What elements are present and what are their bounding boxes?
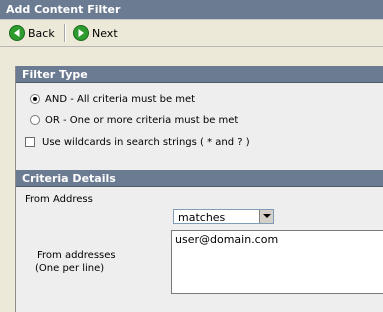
back-arrow-icon	[9, 25, 25, 41]
toolbar-separator	[64, 24, 66, 42]
from-addresses-hint: (One per line)	[35, 263, 105, 274]
wildcard-checkbox[interactable]	[25, 137, 35, 147]
back-button[interactable]: Back	[9, 24, 59, 42]
filter-type-heading: Filter Type	[22, 68, 88, 81]
match-select[interactable]: matches	[173, 209, 274, 224]
back-button-label: Back	[28, 27, 55, 40]
and-option[interactable]: AND - All criteria must be met	[16, 92, 376, 108]
from-addresses-textarea[interactable]: user@domain.com	[171, 230, 383, 294]
or-option-label: OR - One or more criteria must be met	[45, 115, 239, 126]
match-select-value: matches	[178, 211, 226, 224]
and-radio[interactable]	[30, 94, 40, 104]
wildcard-label: Use wildcards in search strings ( * and …	[42, 137, 250, 148]
criteria-details-heading: Criteria Details	[22, 172, 116, 185]
or-radio[interactable]	[30, 115, 40, 125]
criteria-details-header: Criteria Details	[16, 170, 383, 187]
filter-panel: Filter Type AND - All criteria must be m…	[15, 66, 383, 312]
from-addresses-label: From addresses	[37, 250, 116, 261]
from-address-label: From Address	[25, 194, 93, 205]
wildcard-option[interactable]: Use wildcards in search strings ( * and …	[16, 135, 376, 151]
next-button-label: Next	[92, 27, 118, 40]
toolbar: Back Next	[0, 20, 383, 47]
window-titlebar: Add Content Filter	[0, 0, 383, 20]
filter-type-header: Filter Type	[16, 66, 383, 83]
next-button[interactable]: Next	[73, 24, 123, 42]
and-option-label: AND - All criteria must be met	[45, 94, 196, 105]
from-addresses-value: user@domain.com	[175, 233, 279, 246]
or-option[interactable]: OR - One or more criteria must be met	[16, 113, 376, 129]
chevron-down-icon[interactable]	[259, 210, 273, 223]
window-title: Add Content Filter	[6, 3, 121, 16]
next-arrow-icon	[73, 25, 89, 41]
